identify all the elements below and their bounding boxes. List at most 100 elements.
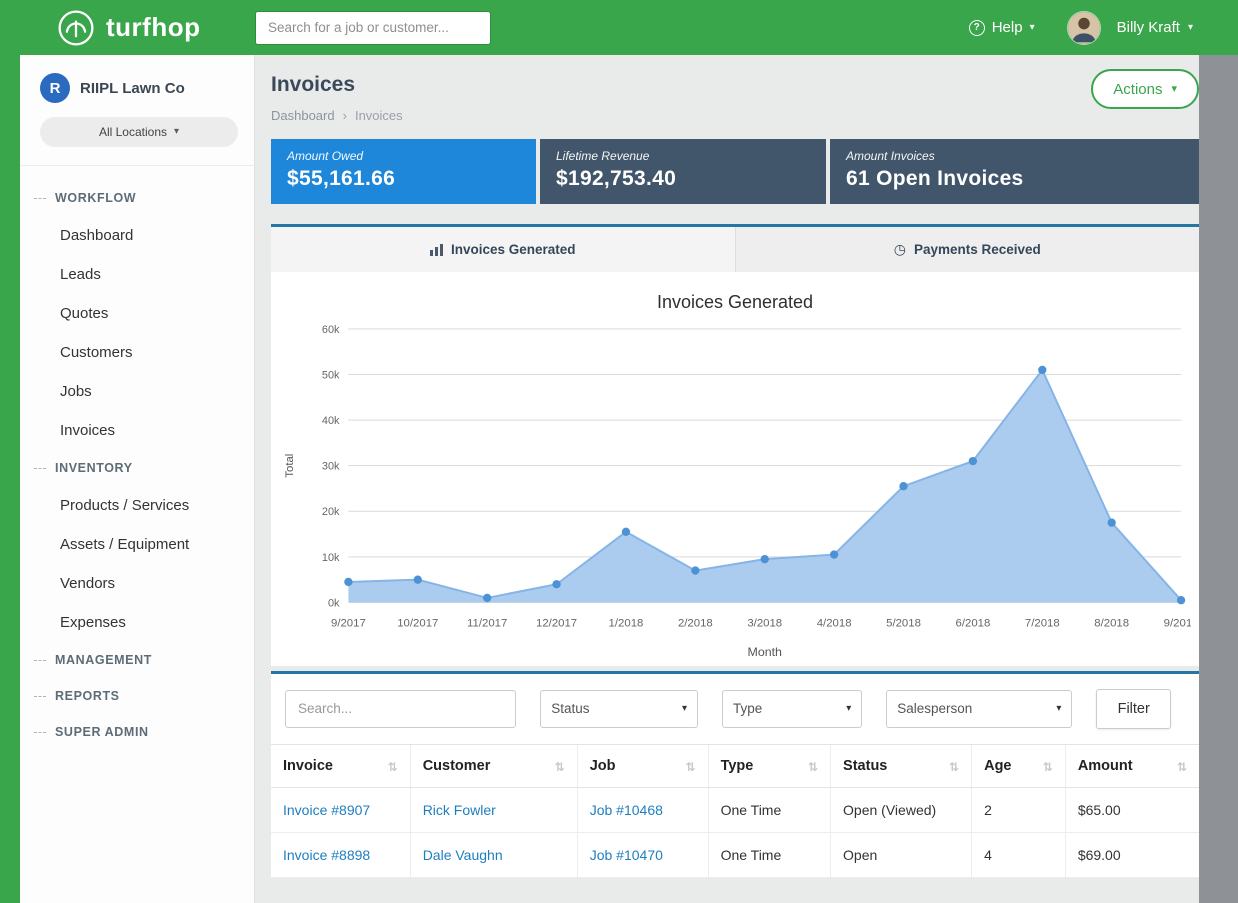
customer-link[interactable]: Rick Fowler [423, 802, 496, 818]
sidebar-item-products-services[interactable]: Products / Services [20, 486, 254, 525]
svg-text:Month: Month [748, 645, 783, 659]
cell-status: Open [831, 832, 972, 877]
cell-customer: Rick Fowler [410, 787, 577, 832]
actions-button[interactable]: Actions ▾ [1091, 69, 1199, 109]
sidebar-section-label: MANAGEMENT [55, 653, 152, 667]
tree-dash-icon [34, 696, 46, 697]
status-value: Open [843, 847, 877, 863]
svg-text:10k: 10k [322, 552, 340, 564]
sidebar-item-jobs[interactable]: Jobs [20, 372, 254, 411]
sidebar-item-vendors[interactable]: Vendors [20, 564, 254, 603]
invoice-link[interactable]: Invoice #8898 [283, 847, 370, 863]
svg-text:3/2018: 3/2018 [747, 617, 782, 629]
tree-dash-icon [34, 660, 46, 661]
sidebar-item-dashboard[interactable]: Dashboard [20, 216, 254, 255]
column-label: Customer [423, 758, 491, 774]
cell-age: 2 [972, 787, 1066, 832]
table-panel: Status ▾ Type▾ Salesperson▾ Filter Invoice⇅… [271, 671, 1199, 878]
stat-label: Lifetime Revenue [556, 149, 810, 163]
amount-value: $65.00 [1078, 802, 1121, 818]
sidebar-nav: WORKFLOW DashboardLeadsQuotesCustomersJob… [20, 180, 254, 750]
select-value: Type [733, 701, 762, 716]
cell-age: 4 [972, 832, 1066, 877]
turfhop-logo-icon [56, 8, 96, 48]
cell-invoice: Invoice #8898 [271, 832, 410, 877]
select-type[interactable]: Type▾ [722, 690, 862, 728]
sidebar-item-invoices[interactable]: Invoices [20, 411, 254, 450]
sidebar-section-reports: REPORTS [20, 678, 254, 714]
sidebar-item-quotes[interactable]: Quotes [20, 294, 254, 333]
cell-job: Job #10468 [577, 787, 708, 832]
job-link[interactable]: Job #10468 [590, 802, 663, 818]
select-value: Status [551, 701, 589, 716]
table-search-input[interactable] [285, 690, 516, 728]
column-label: Amount [1078, 758, 1133, 774]
chevron-right-icon: › [343, 108, 347, 123]
sidebar-item-assets-equipment[interactable]: Assets / Equipment [20, 525, 254, 564]
topbar: turfhop ? Help ▾ Billy Kraft ▾ [0, 0, 1238, 55]
caret-down-icon: ▾ [1188, 23, 1193, 33]
svg-text:9/2018: 9/2018 [1164, 617, 1191, 629]
global-search-input[interactable] [255, 11, 491, 45]
column-header-customer[interactable]: Customer ⇅ [410, 744, 577, 787]
column-header-status[interactable]: Status⇅ [831, 744, 972, 787]
sidebar-item-expenses[interactable]: Expenses [20, 603, 254, 642]
user-menu[interactable]: Billy Kraft ▾ [1117, 19, 1193, 36]
invoices-table: Invoice⇅Customer⇅Job⇅Type⇅Status⇅Age⇅Amo… [271, 744, 1199, 878]
cell-type: One Time [708, 787, 830, 832]
help-label: Help [992, 19, 1023, 36]
help-menu[interactable]: ? Help ▾ [969, 19, 1035, 36]
app-window: turfhop ? Help ▾ Billy Kraft ▾ [0, 0, 1238, 903]
sidebar-item-leads[interactable]: Leads [20, 255, 254, 294]
svg-text:20k: 20k [322, 506, 340, 518]
topbar-right: ? Help ▾ Billy Kraft ▾ [969, 11, 1238, 45]
sidebar-section-label: WORKFLOW [55, 191, 136, 205]
brand[interactable]: turfhop [0, 8, 255, 48]
select-salesperson[interactable]: Salesperson▾ [886, 690, 1072, 728]
sort-icon: ⇅ [555, 760, 565, 774]
tab-payments-received[interactable]: ◷Payments Received [735, 227, 1200, 272]
tab-invoices-generated[interactable]: Invoices Generated [271, 227, 735, 272]
sort-icon: ⇅ [388, 760, 398, 774]
sidebar-section-label: REPORTS [55, 689, 120, 703]
caret-down-icon: ▾ [682, 703, 687, 714]
status-value: Open (Viewed) [843, 802, 936, 818]
sort-icon: ⇅ [808, 760, 818, 774]
customer-link[interactable]: Dale Vaughn [423, 847, 503, 863]
table-row: Invoice #8898Dale VaughnJob #10470One Ti… [271, 832, 1199, 877]
user-avatar[interactable] [1067, 11, 1101, 45]
job-link[interactable]: Job #10470 [590, 847, 663, 863]
svg-text:50k: 50k [322, 369, 340, 381]
column-header-job[interactable]: Job⇅ [577, 744, 708, 787]
invoice-link[interactable]: Invoice #8907 [283, 802, 370, 818]
svg-text:7/2018: 7/2018 [1025, 617, 1060, 629]
user-name: Billy Kraft [1117, 19, 1180, 36]
cell-customer: Dale Vaughn [410, 832, 577, 877]
type-value: One Time [721, 802, 782, 818]
column-header-age[interactable]: Age⇅ [972, 744, 1066, 787]
clock-icon: ◷ [894, 241, 906, 258]
filter-button[interactable]: Filter [1096, 689, 1171, 729]
select-status[interactable]: Status ▾ [540, 690, 698, 728]
column-header-type[interactable]: Type ⇅ [708, 744, 830, 787]
column-header-amount[interactable]: Amount ⇅ [1065, 744, 1199, 787]
chart-area: Invoices Generated 0k10k20k30k40k50k60k9… [271, 272, 1199, 666]
sidebar-item-customers[interactable]: Customers [20, 333, 254, 372]
breadcrumb-dashboard[interactable]: Dashboard [271, 108, 335, 123]
chart-panel: Invoices Generated◷Payments Received Inv… [271, 224, 1199, 666]
column-header-invoice[interactable]: Invoice⇅ [271, 744, 410, 787]
caret-down-icon: ▾ [1171, 84, 1177, 95]
locations-selector[interactable]: All Locations ▾ [40, 117, 238, 147]
column-label: Type [721, 758, 754, 774]
sort-icon: ⇅ [1177, 760, 1187, 774]
company-header: R RIIPL Lawn Co [40, 73, 238, 103]
help-icon: ? [969, 20, 985, 36]
left-accent-bar [0, 55, 20, 903]
stat-value: 61 Open Invoices [846, 167, 1183, 191]
stat-card-amount-invoices: Amount Invoices61 Open Invoices [830, 139, 1199, 204]
filters-row: Status ▾ Type▾ Salesperson▾ Filter [271, 674, 1199, 744]
company-name: RIIPL Lawn Co [80, 80, 185, 97]
cell-invoice: Invoice #8907 [271, 787, 410, 832]
sidebar-section-workflow: WORKFLOW [20, 180, 254, 216]
stat-value: $192,753.40 [556, 167, 810, 191]
